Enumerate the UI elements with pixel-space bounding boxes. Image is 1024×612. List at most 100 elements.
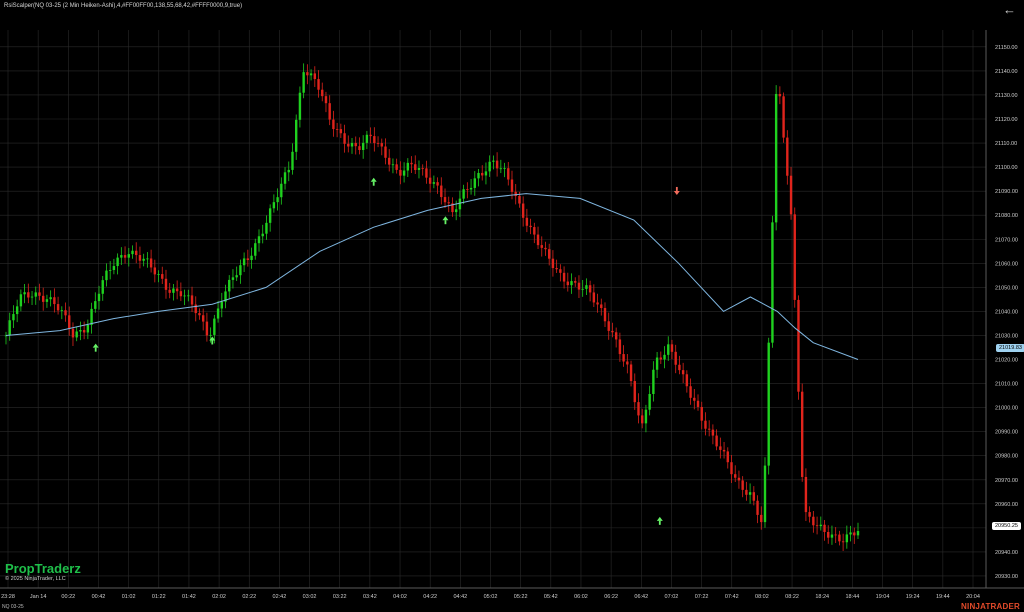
candle-body <box>105 270 108 281</box>
candle-body <box>395 164 398 170</box>
candle-body <box>767 342 770 466</box>
candle-body <box>652 369 655 395</box>
price-tick-label: 21140.00 <box>995 69 1018 75</box>
candle-body <box>622 354 625 362</box>
candle-body <box>853 532 856 536</box>
price-tick-label: 21110.00 <box>995 141 1017 147</box>
time-tick-label: 04:22 <box>423 594 437 600</box>
candle-body <box>8 320 11 336</box>
candle-body <box>276 197 279 203</box>
candle-body <box>306 72 309 76</box>
candle-body <box>131 250 134 255</box>
candle-body <box>421 168 424 169</box>
candle-body <box>488 161 491 172</box>
candle-body <box>209 334 212 336</box>
candle-body <box>15 306 19 315</box>
candle-body <box>257 236 261 244</box>
candle-body <box>745 489 748 495</box>
time-tick-label: 18:24 <box>815 594 829 600</box>
candle-body <box>469 187 473 190</box>
candle-body <box>68 315 71 329</box>
candle-body <box>328 103 331 120</box>
candle-body <box>547 249 551 259</box>
candle-body <box>838 534 841 542</box>
candle-body <box>674 351 677 365</box>
candle-body <box>265 222 268 234</box>
candle-body <box>774 93 778 223</box>
candle-body <box>417 168 421 170</box>
candle-body <box>112 266 116 271</box>
candle-body <box>581 288 584 290</box>
candle-body <box>782 96 785 138</box>
time-tick-label: 00:22 <box>61 594 75 600</box>
candle-body <box>187 295 190 297</box>
time-tick-label: 19:44 <box>936 594 950 600</box>
candle-body <box>436 182 439 186</box>
price-tick-label: 21150.00 <box>995 45 1018 51</box>
price-tick-label: 20960.00 <box>995 502 1018 508</box>
candle-body <box>614 332 618 340</box>
candle-body <box>38 292 41 296</box>
candle-body <box>350 142 354 147</box>
copyright-text: © 2025 NinjaTrader, LLC <box>5 576 66 582</box>
candle-body <box>533 227 536 235</box>
buy-arrow-icon <box>92 343 99 352</box>
candle-body <box>521 203 525 218</box>
candle-body <box>231 277 235 280</box>
candle-body <box>42 295 45 302</box>
candle-body <box>168 289 171 293</box>
time-tick-label: 03:42 <box>363 594 377 600</box>
time-tick-label: 08:02 <box>755 594 769 600</box>
candle-body <box>797 299 800 392</box>
buy-arrow-head <box>442 216 449 221</box>
price-chart[interactable]: 21150.00 21140.00 21130.00 21120.00 21110.00… <box>0 0 1024 612</box>
buy-arrow-shaft <box>372 181 375 186</box>
price-tick-label: 21070.00 <box>995 237 1018 243</box>
candle-body <box>492 160 495 162</box>
candle-body <box>454 209 458 213</box>
candle-body <box>380 143 383 147</box>
candle-body <box>79 330 82 332</box>
candle-body <box>268 208 272 223</box>
candle-body <box>689 386 692 398</box>
candle-body <box>205 321 209 336</box>
time-tick-label: 01:42 <box>182 594 196 600</box>
moving-average-line <box>5 193 859 360</box>
candle-body <box>101 280 104 294</box>
candle-body <box>551 258 555 269</box>
candle-body <box>827 531 830 538</box>
candle-body <box>607 321 610 331</box>
candle-body <box>302 72 305 93</box>
candle-body <box>763 465 767 523</box>
candle-body <box>347 143 350 147</box>
candle-body <box>406 162 410 171</box>
candle-body <box>432 182 436 184</box>
price-tick-label: 21080.00 <box>995 213 1018 219</box>
price-tick-label: 21020.00 <box>995 358 1018 364</box>
candle-body <box>518 196 521 204</box>
candle-body <box>585 285 588 289</box>
candle-body <box>373 136 376 144</box>
buy-arrow-shaft <box>211 340 214 345</box>
candle-body <box>23 292 26 295</box>
buy-arrow-icon <box>656 516 663 525</box>
candle-body <box>354 142 357 147</box>
buy-arrow-head <box>92 343 99 348</box>
candle-body <box>190 295 194 305</box>
candle-body <box>734 474 737 478</box>
candle-body <box>544 247 547 250</box>
price-tick-label: 21090.00 <box>995 189 1018 195</box>
candle-body <box>175 288 179 292</box>
candle-body <box>815 525 819 527</box>
candle-body <box>414 164 417 170</box>
instrument-label: NQ 03-25 <box>2 604 24 610</box>
price-tick-label: 21030.00 <box>995 333 1018 339</box>
candle-body <box>295 119 298 152</box>
candle-body <box>220 301 223 309</box>
price-tick-label: 21010.00 <box>995 382 1018 388</box>
time-tick-label: 07:42 <box>725 594 739 600</box>
last-price-flag: 20950.25 <box>992 522 1021 530</box>
time-tick-label: 04:02 <box>393 594 407 600</box>
candle-body <box>756 500 759 515</box>
candle-body <box>447 202 450 204</box>
